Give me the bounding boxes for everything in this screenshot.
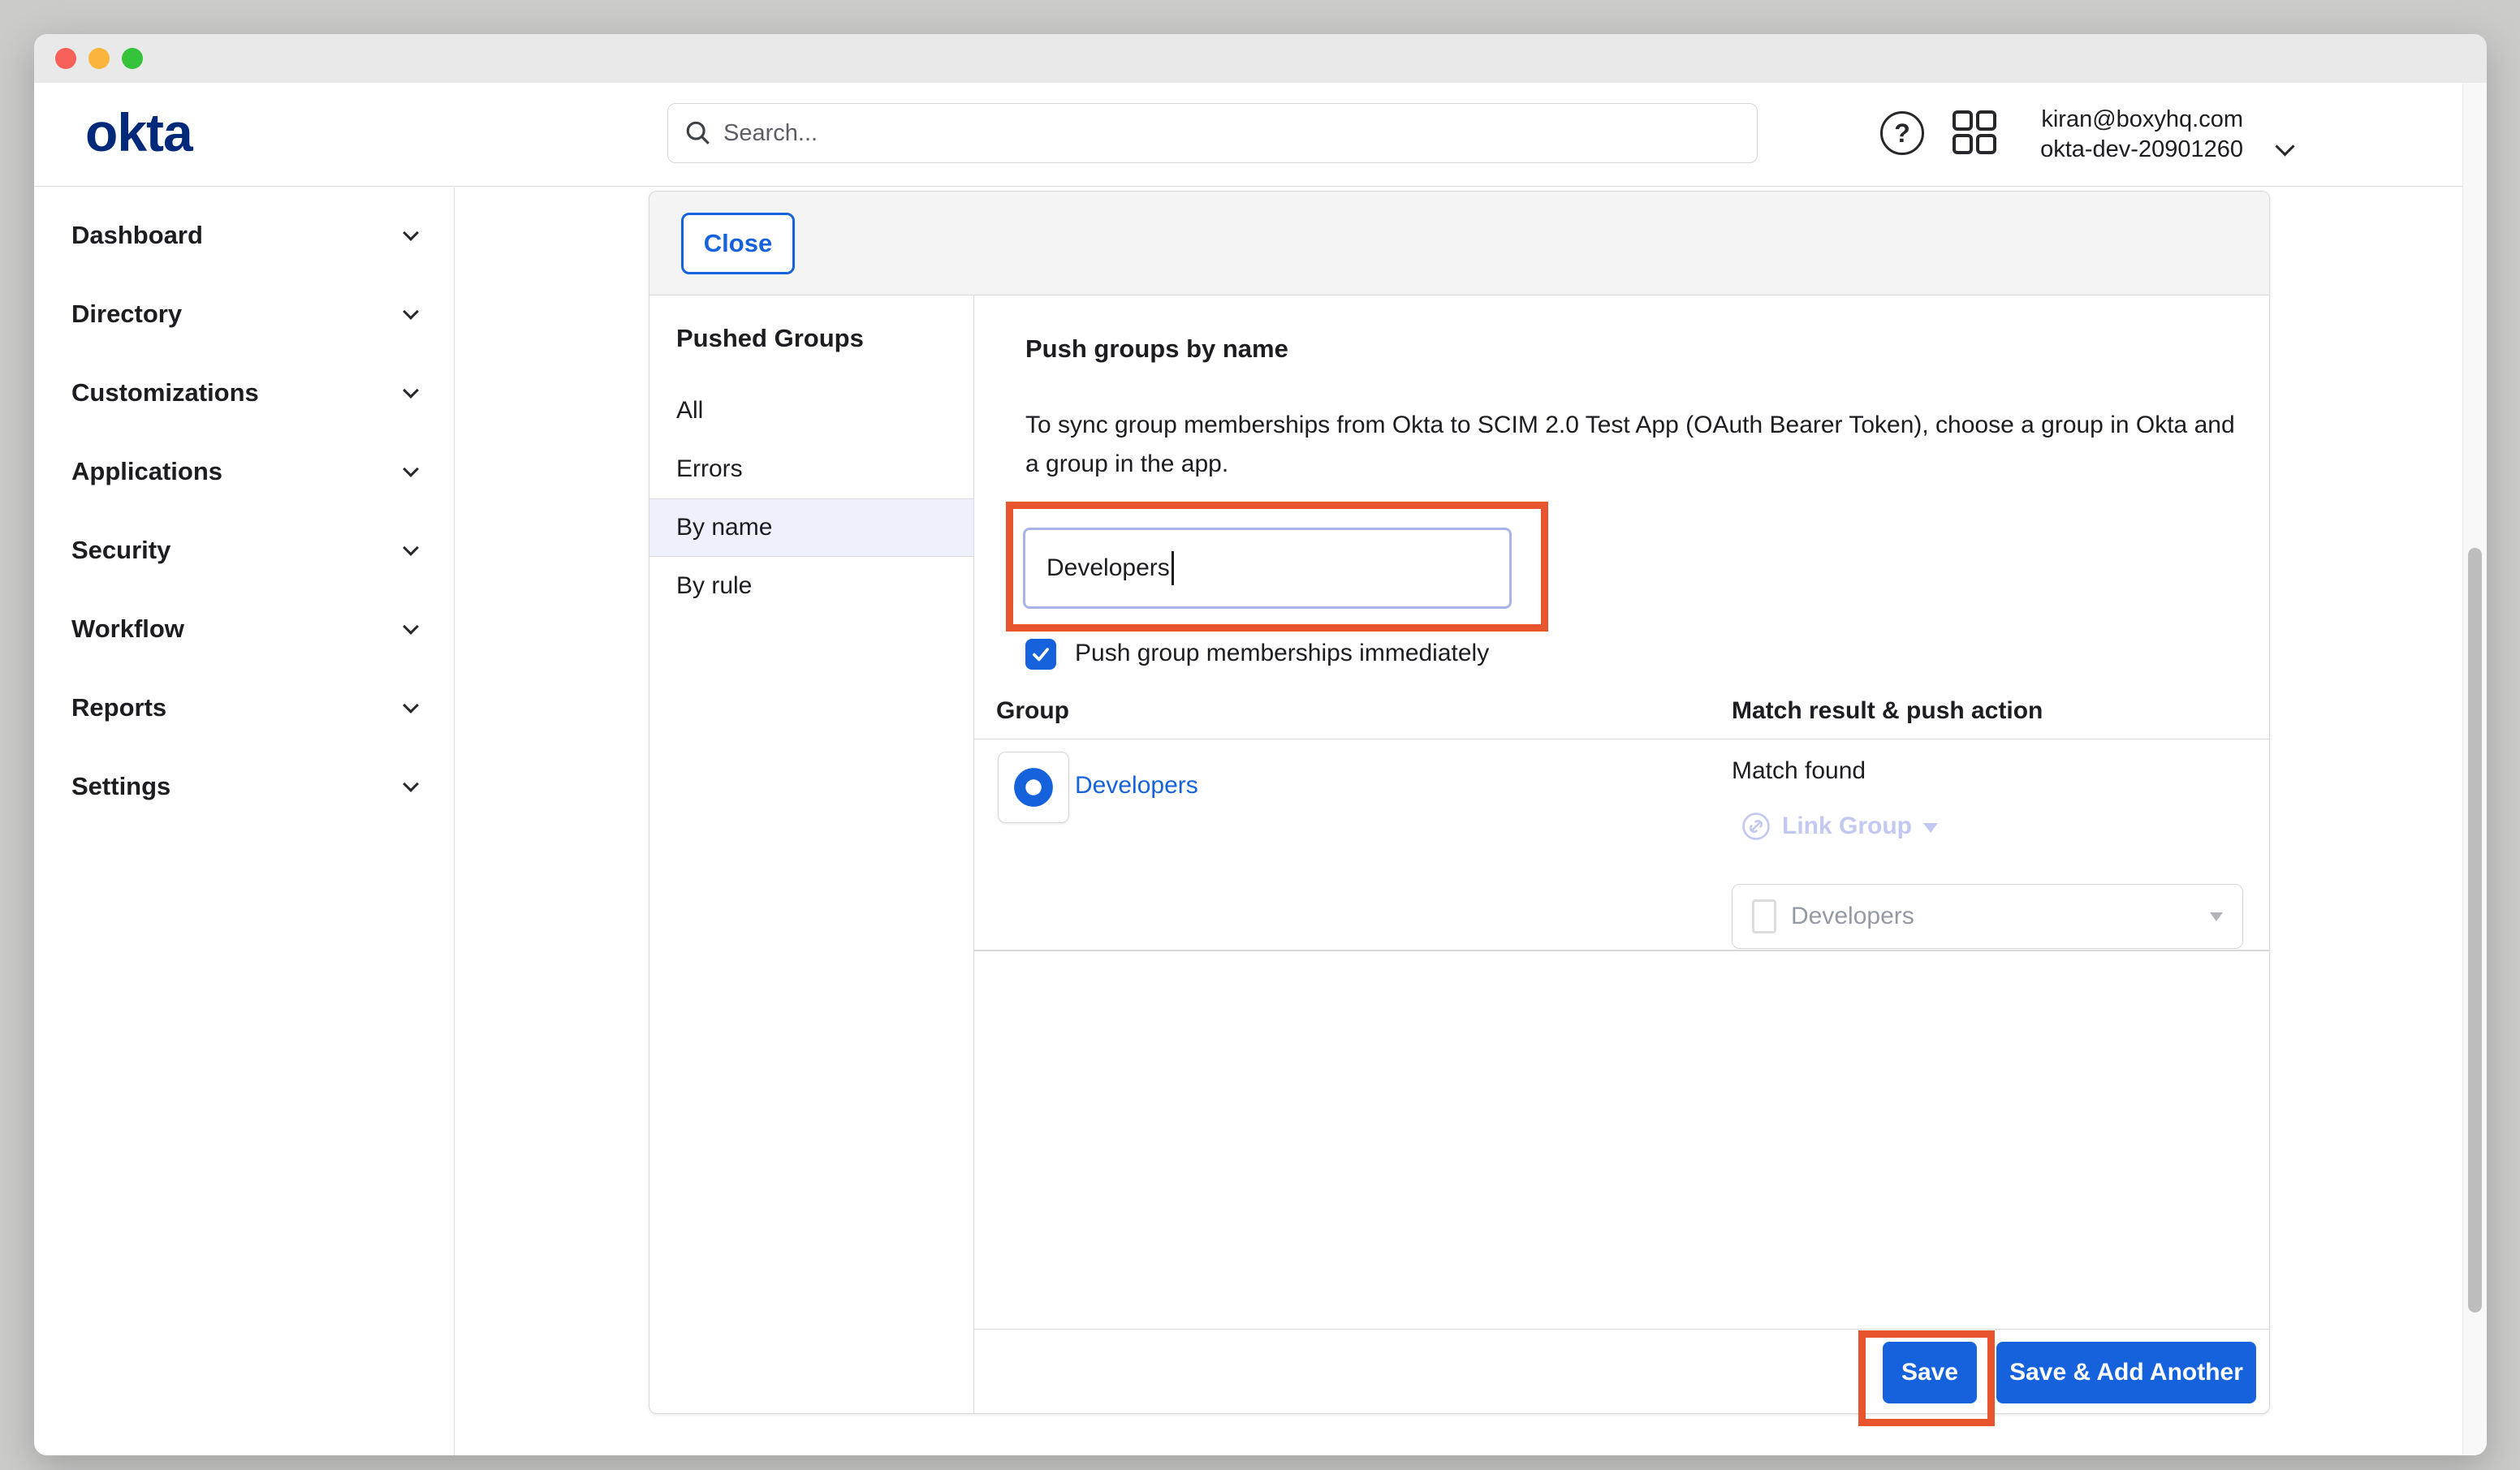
- page-title: Push groups by name: [1025, 334, 1288, 364]
- subnav-item-by-name[interactable]: By name: [649, 498, 973, 557]
- push-groups-panel: Close Pushed Groups All Errors By name B…: [649, 191, 2270, 1414]
- link-group-label: Link Group: [1782, 813, 1912, 840]
- sidebar-item-label: Directory: [71, 300, 182, 329]
- chevron-down-icon: [403, 304, 419, 320]
- chevron-down-icon: [403, 540, 419, 556]
- column-header-match: Match result & push action: [1732, 697, 2043, 725]
- sidebar-item-directory[interactable]: Directory: [34, 274, 454, 353]
- sidebar-item-label: Security: [71, 536, 170, 565]
- link-group-caret-icon: [1923, 823, 1938, 833]
- sidebar-item-label: Workflow: [71, 614, 184, 644]
- sidebar-nav: Dashboard Directory Customizations Appli…: [34, 188, 455, 1455]
- okta-logo[interactable]: okta: [85, 101, 192, 162]
- minimize-window-button[interactable]: [88, 48, 110, 69]
- chevron-down-icon: [403, 225, 419, 241]
- question-mark-icon: ?: [1894, 119, 1910, 149]
- sidebar-item-applications[interactable]: Applications: [34, 432, 454, 511]
- sidebar-item-reports[interactable]: Reports: [34, 668, 454, 747]
- link-group-button[interactable]: Link Group: [1741, 812, 1938, 841]
- browser-window: okta ? kiran@boxyhq.com okta-dev-2090126…: [34, 34, 2487, 1455]
- text-cursor: [1172, 551, 1174, 585]
- window-titlebar: [34, 34, 2487, 83]
- dropdown-caret-icon: [2210, 912, 2223, 921]
- group-name-input[interactable]: Developers: [1023, 528, 1512, 609]
- push-immediately-label: Push group memberships immediately: [1075, 640, 1489, 667]
- sidebar-item-label: Customizations: [71, 378, 259, 407]
- account-email: kiran@boxyhq.com: [2040, 105, 2243, 135]
- link-icon: [1741, 812, 1771, 841]
- sidebar-item-dashboard[interactable]: Dashboard: [34, 196, 454, 274]
- sidebar-item-security[interactable]: Security: [34, 511, 454, 589]
- grid-icon: [1952, 110, 1997, 155]
- chevron-down-icon: [403, 619, 419, 635]
- check-icon: [1030, 644, 1051, 665]
- column-header-group: Group: [996, 697, 1069, 725]
- sidebar-item-label: Dashboard: [71, 221, 203, 250]
- sidebar-item-label: Applications: [71, 457, 222, 486]
- group-input-value: Developers: [1046, 554, 1170, 582]
- footer-divider: [974, 1329, 2269, 1330]
- panel-body: Pushed Groups All Errors By name By rule…: [649, 295, 2269, 1413]
- group-avatar-tile: [998, 752, 1069, 823]
- scrollbar-thumb[interactable]: [2468, 548, 2482, 1313]
- sidebar-item-customizations[interactable]: Customizations: [34, 353, 454, 432]
- pushed-groups-subnav: Pushed Groups All Errors By name By rule: [649, 295, 974, 1413]
- app-header: okta ? kiran@boxyhq.com okta-dev-2090126…: [34, 83, 2487, 187]
- app-group-value: Developers: [1791, 903, 2195, 930]
- push-by-name-content: Push groups by name To sync group member…: [974, 295, 2269, 1413]
- global-search[interactable]: [667, 103, 1758, 163]
- account-org: okta-dev-20901260: [2040, 135, 2243, 165]
- sidebar-item-label: Settings: [71, 772, 170, 801]
- search-input[interactable]: [723, 120, 1741, 147]
- subnav-item-all[interactable]: All: [649, 382, 973, 440]
- subnav-item-by-rule[interactable]: By rule: [649, 557, 973, 615]
- group-name-link[interactable]: Developers: [1075, 772, 1198, 800]
- sidebar-item-settings[interactable]: Settings: [34, 747, 454, 826]
- subnav-title: Pushed Groups: [649, 295, 973, 382]
- chevron-down-icon: [403, 776, 419, 792]
- subnav-item-errors[interactable]: Errors: [649, 440, 973, 498]
- page-description: To sync group memberships from Okta to S…: [1025, 406, 2243, 484]
- maximize-window-button[interactable]: [122, 48, 143, 69]
- sidebar-item-label: Reports: [71, 693, 166, 722]
- close-window-button[interactable]: [55, 48, 76, 69]
- chevron-down-icon: [403, 382, 419, 399]
- account-chevron-down-icon[interactable]: [2275, 136, 2294, 156]
- app-group-dropdown[interactable]: Developers: [1732, 884, 2243, 949]
- close-button[interactable]: Close: [681, 213, 795, 274]
- sidebar-item-workflow[interactable]: Workflow: [34, 589, 454, 668]
- save-add-another-button[interactable]: Save & Add Another: [1996, 1342, 2256, 1403]
- account-menu[interactable]: kiran@boxyhq.com okta-dev-20901260: [2040, 105, 2243, 165]
- apps-grid-button[interactable]: [1952, 110, 1997, 155]
- help-button[interactable]: ?: [1880, 111, 1924, 155]
- match-status-text: Match found: [1732, 757, 1866, 785]
- push-immediately-checkbox[interactable]: [1025, 639, 1056, 670]
- panel-topbar: Close: [649, 192, 2269, 295]
- search-icon: [684, 119, 712, 147]
- table-row-divider: [974, 950, 2269, 951]
- app-group-placeholder-icon: [1752, 899, 1776, 933]
- chevron-down-icon: [403, 461, 419, 477]
- chevron-down-icon: [403, 697, 419, 713]
- scrollbar-track[interactable]: [2462, 83, 2487, 1455]
- group-donut-icon: [1012, 766, 1055, 808]
- save-button[interactable]: Save: [1883, 1342, 1977, 1403]
